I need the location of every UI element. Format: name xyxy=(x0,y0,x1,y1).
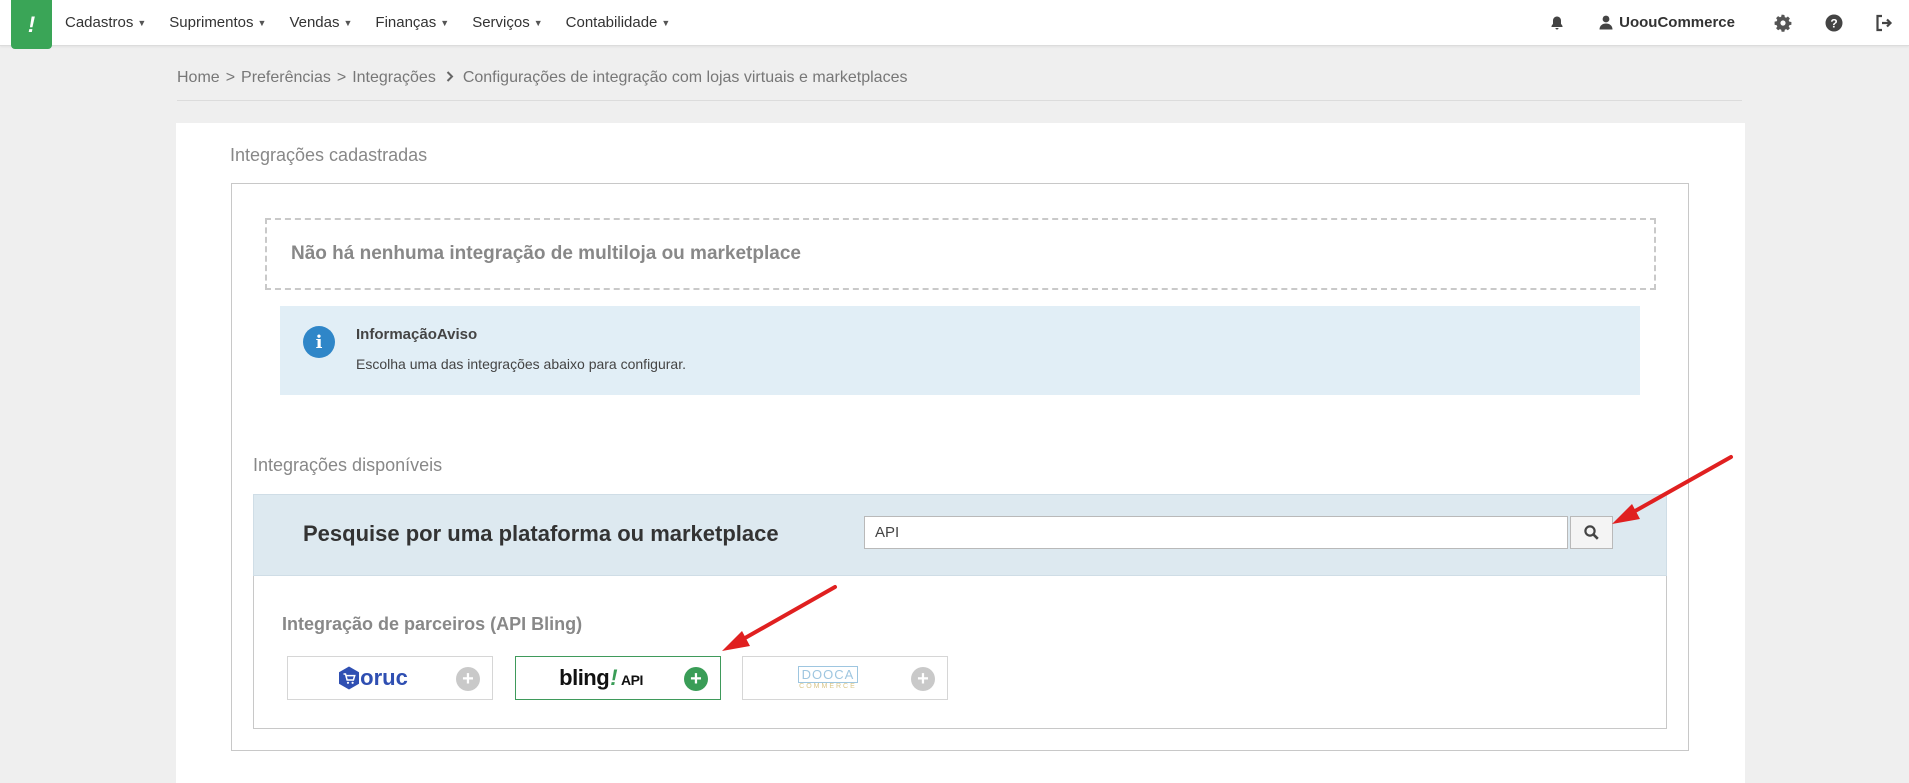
menu-cadastros[interactable]: Cadastros ▼ xyxy=(65,14,146,31)
search-button[interactable] xyxy=(1570,516,1613,549)
chevron-right-icon xyxy=(446,69,454,87)
registered-integrations-title: Integrações cadastradas xyxy=(230,145,428,165)
add-circle-icon: + xyxy=(911,667,935,691)
chevron-down-icon: ▼ xyxy=(343,17,353,28)
menu-financas[interactable]: Finanças ▼ xyxy=(375,14,449,31)
breadcrumb-current: Configurações de integração com lojas vi… xyxy=(462,69,908,86)
platform-search-bar: Pesquise por uma plataforma ou marketpla… xyxy=(253,494,1667,576)
breadcrumb-preferencias[interactable]: Preferências xyxy=(241,69,331,87)
dooca-logo: DOOCA COMMERCE xyxy=(743,657,913,699)
partner-integrations-panel: Integração de parceiros (API Bling) oruc… xyxy=(253,576,1667,729)
integration-tile-bling-api[interactable]: bling! API + xyxy=(515,656,721,700)
info-icon: i xyxy=(303,326,335,358)
menu-label: Vendas xyxy=(289,14,340,31)
search-label: Pesquise por uma plataforma ou marketpla… xyxy=(303,521,779,546)
gear-icon[interactable] xyxy=(1771,11,1795,35)
breadcrumb-divider xyxy=(177,100,1742,101)
cart-icon xyxy=(339,666,360,690)
breadcrumb-home[interactable]: Home xyxy=(177,69,220,87)
integration-tile-oruc[interactable]: oruc + xyxy=(287,656,493,700)
chevron-down-icon: ▼ xyxy=(137,17,147,28)
menu-contabilidade[interactable]: Contabilidade ▼ xyxy=(566,14,671,31)
menu-label: Serviços xyxy=(472,14,530,31)
top-right-actions: UoouCommerce ? xyxy=(1545,0,1909,45)
menu-label: Finanças xyxy=(375,14,437,31)
menu-label: Suprimentos xyxy=(169,14,254,31)
search-icon xyxy=(1584,525,1599,540)
info-alert-title: InformaçãoAviso xyxy=(356,326,478,343)
empty-message-text: Não há nenhuma integração de multiloja o… xyxy=(291,243,801,264)
info-alert: i InformaçãoAviso Escolha uma das integr… xyxy=(280,306,1640,395)
chevron-down-icon: ▼ xyxy=(533,17,543,28)
menu-label: Contabilidade xyxy=(565,14,658,31)
integration-tile-dooca[interactable]: DOOCA COMMERCE + xyxy=(742,656,948,700)
app-logo[interactable]: ! xyxy=(11,0,52,49)
top-navbar: ! Cadastros ▼ Suprimentos ▼ Vendas ▼ Finanç… xyxy=(0,0,1909,49)
user-menu[interactable]: UoouCommerce xyxy=(1599,14,1735,31)
user-name: UoouCommerce xyxy=(1619,14,1735,31)
logo-glyph: ! xyxy=(27,11,36,37)
breadcrumb-separator: > xyxy=(336,69,347,86)
svg-text:?: ? xyxy=(1830,16,1837,30)
chevron-down-icon: ▼ xyxy=(661,17,671,28)
chevron-down-icon: ▼ xyxy=(257,17,267,28)
oruc-logo: oruc xyxy=(288,657,458,699)
add-circle-icon: + xyxy=(456,667,480,691)
help-icon[interactable]: ? xyxy=(1822,11,1846,35)
add-circle-icon: + xyxy=(684,667,708,691)
main-menu: Cadastros ▼ Suprimentos ▼ Vendas ▼ Finanças… xyxy=(65,0,693,45)
available-integrations-title: Integrações disponíveis xyxy=(253,455,443,475)
dooca-logo-subtext: COMMERCE xyxy=(799,683,857,690)
menu-vendas[interactable]: Vendas ▼ xyxy=(289,14,352,31)
bling-logo-suffix: API xyxy=(621,672,643,688)
menu-servicos[interactable]: Serviços ▼ xyxy=(472,14,542,31)
breadcrumb-separator: > xyxy=(225,69,236,86)
partner-integrations-title: Integração de parceiros (API Bling) xyxy=(282,614,583,634)
dooca-logo-text: DOOCA xyxy=(797,666,859,683)
menu-suprimentos[interactable]: Suprimentos ▼ xyxy=(169,14,266,31)
bell-icon[interactable] xyxy=(1545,11,1569,35)
bling-api-logo: bling! API xyxy=(516,657,686,699)
logout-icon[interactable] xyxy=(1872,11,1896,35)
chevron-down-icon: ▼ xyxy=(440,17,450,28)
bling-logo-text: bling xyxy=(559,665,610,690)
empty-integrations-message: Não há nenhuma integração de multiloja o… xyxy=(265,218,1656,290)
user-icon xyxy=(1599,15,1613,30)
platform-search-input[interactable] xyxy=(864,516,1568,549)
oruc-logo-text: oruc xyxy=(360,665,408,690)
bling-logo-mark: ! xyxy=(610,665,618,690)
info-alert-text: Escolha uma das integrações abaixo para … xyxy=(356,356,686,372)
menu-label: Cadastros xyxy=(65,14,134,31)
breadcrumb-integracoes[interactable]: Integrações xyxy=(352,69,436,87)
breadcrumb: Home > Preferências > Integrações Config… xyxy=(177,69,907,87)
